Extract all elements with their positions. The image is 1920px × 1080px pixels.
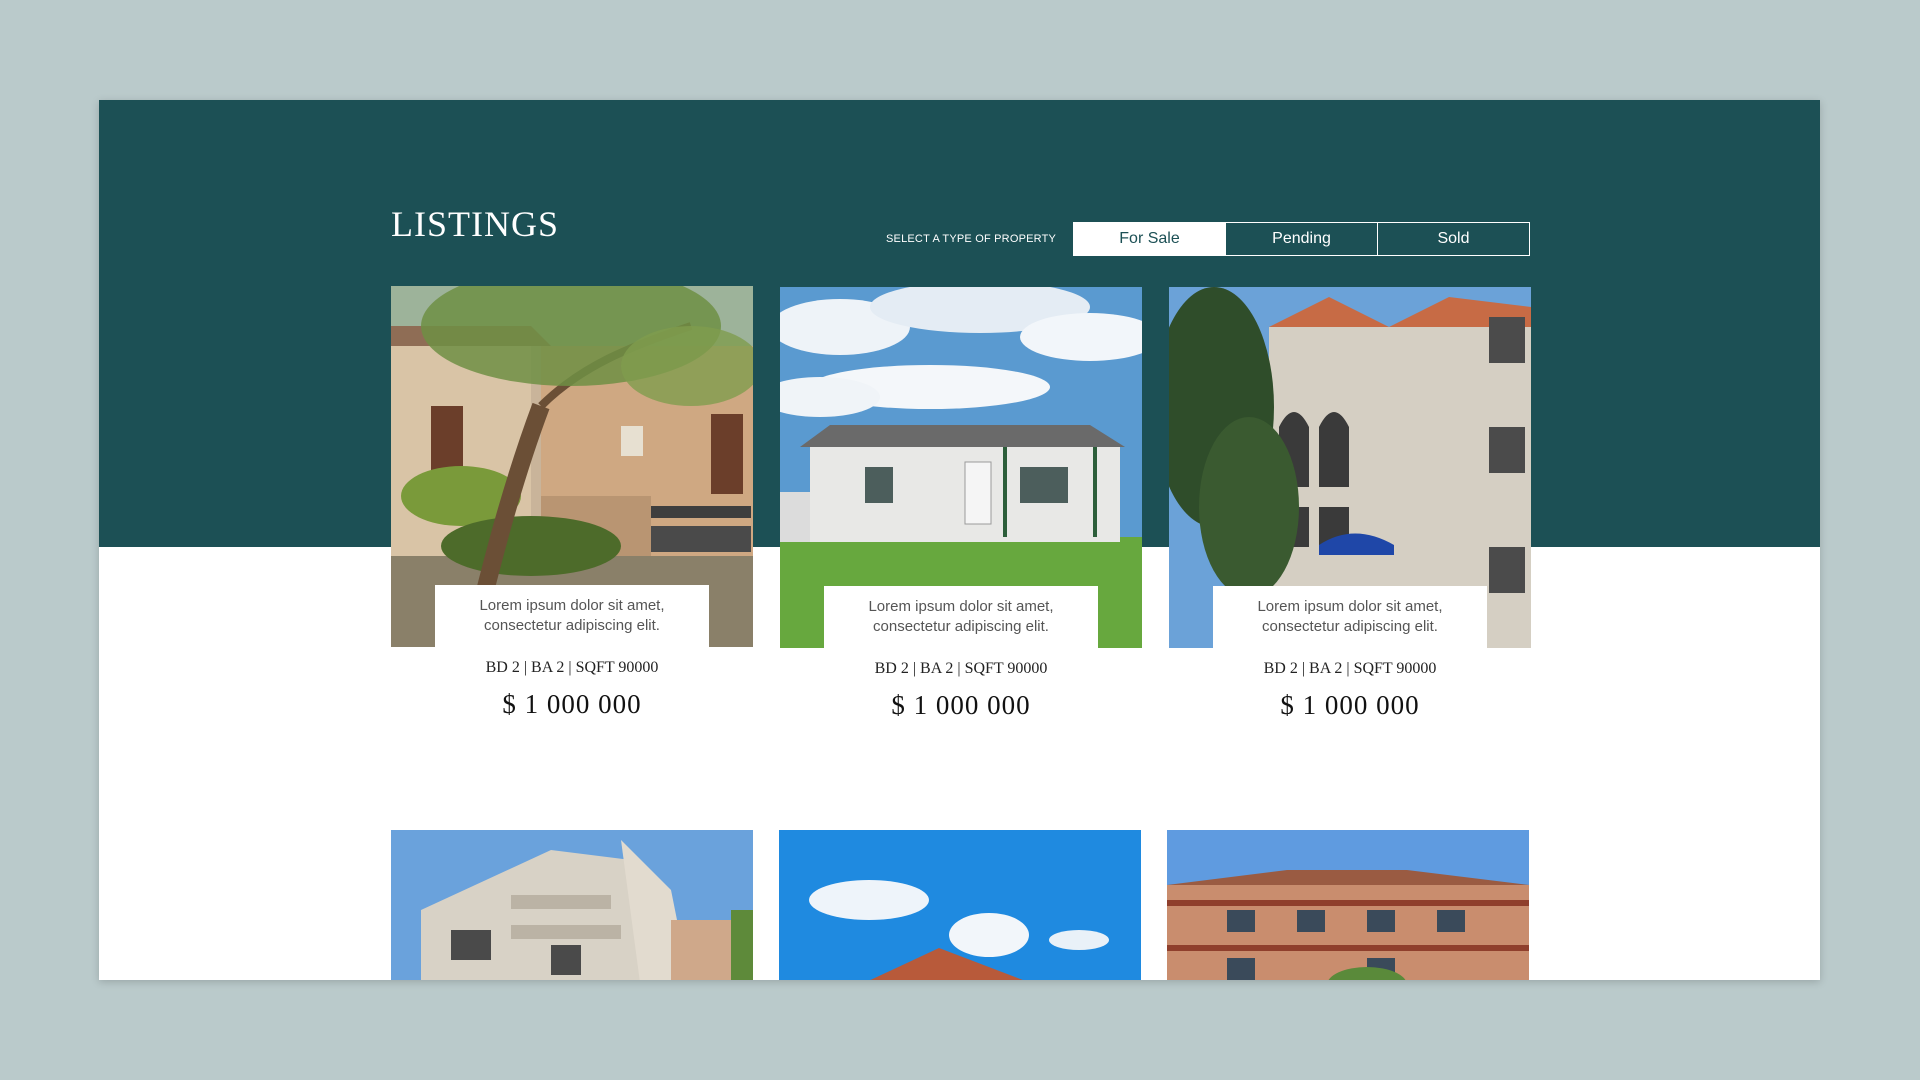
listing-description: Lorem ipsum dolor sit amet, consectetur … [1213,586,1487,648]
listing-photo[interactable]: Lorem ipsum dolor sit amet, consectetur … [391,286,753,647]
listing-photo[interactable] [779,830,1141,980]
listing-card[interactable]: Lorem ipsum dolor sit amet, consectetur … [1169,287,1531,721]
listing-description: Lorem ipsum dolor sit amet, consectetur … [824,586,1098,648]
tab-sold[interactable]: Sold [1377,223,1529,255]
listings-page: LISTINGS SELECT A TYPE OF PROPERTY For S… [99,100,1820,980]
listing-description: Lorem ipsum dolor sit amet, consectetur … [435,585,709,647]
listing-photo[interactable]: Lorem ipsum dolor sit amet, consectetur … [780,287,1142,648]
listing-price: $ 1 000 000 [1280,690,1420,720]
property-type-tabs: For Sale Pending Sold [1073,222,1530,256]
house-image [779,830,1141,980]
listing-price: $ 1 000 000 [891,690,1031,720]
tudor-apartment-image [1167,830,1529,980]
listing-specs: BD 2 | BA 2 | SQFT 90000 [874,660,1048,677]
property-type-label: SELECT A TYPE OF PROPERTY [886,233,1057,245]
listing-photo[interactable]: Lorem ipsum dolor sit amet, consectetur … [1169,287,1531,648]
listing-card[interactable]: Lorem ipsum dolor sit amet, consectetur … [391,286,753,720]
listing-photo[interactable] [391,830,753,980]
tab-pending[interactable]: Pending [1225,223,1377,255]
page-title: LISTINGS [391,204,559,244]
listing-photo[interactable] [1167,830,1529,980]
listing-card[interactable]: Lorem ipsum dolor sit amet, consectetur … [780,287,1142,721]
tab-for-sale[interactable]: For Sale [1074,223,1225,255]
listing-price: $ 1 000 000 [502,689,642,719]
listing-specs: BD 2 | BA 2 | SQFT 90000 [485,659,659,676]
condo-image [391,830,753,980]
listing-specs: BD 2 | BA 2 | SQFT 90000 [1263,660,1437,677]
